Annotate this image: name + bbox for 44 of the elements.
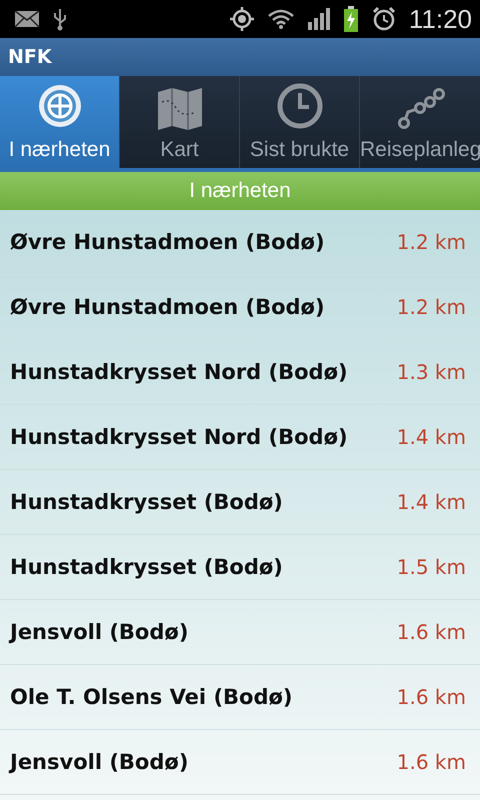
stop-row[interactable]: Hunstadkrysset Nord (Bodø) 1.4 km xyxy=(0,405,480,470)
tab[interactable]: I nærheten xyxy=(0,76,120,168)
stop-distance: 1.6 km xyxy=(396,685,466,709)
stop-name: Hunstadkrysset Nord (Bodø) xyxy=(10,360,348,384)
stop-name: Jensvoll (Bodø) xyxy=(10,620,188,644)
stop-row[interactable]: Jensvoll (Bodø) 1.6 km xyxy=(0,600,480,665)
app-title: NFK xyxy=(8,46,52,68)
wifi-icon xyxy=(266,8,295,30)
gps-icon xyxy=(228,6,255,32)
stop-distance: 1.4 km xyxy=(396,425,466,449)
tab[interactable]: Reiseplanleg xyxy=(360,76,480,168)
stop-row[interactable]: Øvre Hunstadmoen (Bodø) 1.2 km xyxy=(0,275,480,340)
stop-name: Hunstadkrysset (Bodø) xyxy=(10,555,283,579)
stop-distance: 1.3 km xyxy=(396,360,466,384)
stop-distance: 1.6 km xyxy=(396,620,466,644)
tab[interactable]: Kart xyxy=(120,76,240,168)
mail-icon xyxy=(14,10,40,28)
stop-name: Ole T. Olsens Vei (Bodø) xyxy=(10,685,293,709)
stop-distance: 1.6 km xyxy=(396,750,466,774)
route-icon xyxy=(396,88,445,130)
section-title: I nærheten xyxy=(189,179,291,203)
stop-name: Hunstadkrysset (Bodø) xyxy=(10,490,283,514)
stop-distance: 1.5 km xyxy=(396,555,466,579)
signal-icon xyxy=(306,8,331,30)
battery-icon xyxy=(342,6,359,32)
stop-row[interactable]: Hunstadkrysset (Bodø) 1.5 km xyxy=(0,535,480,600)
stop-name: Øvre Hunstadmoen (Bodø) xyxy=(10,230,325,254)
clock-icon xyxy=(276,82,324,130)
stop-row[interactable]: Jensvoll (Bodø) 1.6 km xyxy=(0,730,480,795)
tab[interactable]: Sist brukte xyxy=(240,76,360,168)
stop-distance: 1.2 km xyxy=(396,230,466,254)
alarm-icon xyxy=(370,6,397,32)
stop-distance: 1.4 km xyxy=(396,490,466,514)
stop-row[interactable]: Hunstadkrysset (Bodø) 1.4 km xyxy=(0,470,480,535)
usb-icon xyxy=(52,7,68,31)
stop-name: Hunstadkrysset Nord (Bodø) xyxy=(10,425,348,449)
stop-row[interactable]: Øvre Hunstadmoen (Bodø) 1.2 km xyxy=(0,210,480,275)
stop-row[interactable]: Ole T. Olsens Vei (Bodø) 1.6 km xyxy=(0,665,480,730)
stop-name: Jensvoll (Bodø) xyxy=(10,750,188,774)
stop-distance: 1.2 km xyxy=(396,295,466,319)
map-icon xyxy=(156,88,204,130)
clock-time: 11:20 xyxy=(408,4,472,34)
stop-row[interactable]: Hunstadkrysset Nord (Bodø) 1.3 km xyxy=(0,340,480,405)
stop-name: Øvre Hunstadmoen (Bodø) xyxy=(10,295,325,319)
